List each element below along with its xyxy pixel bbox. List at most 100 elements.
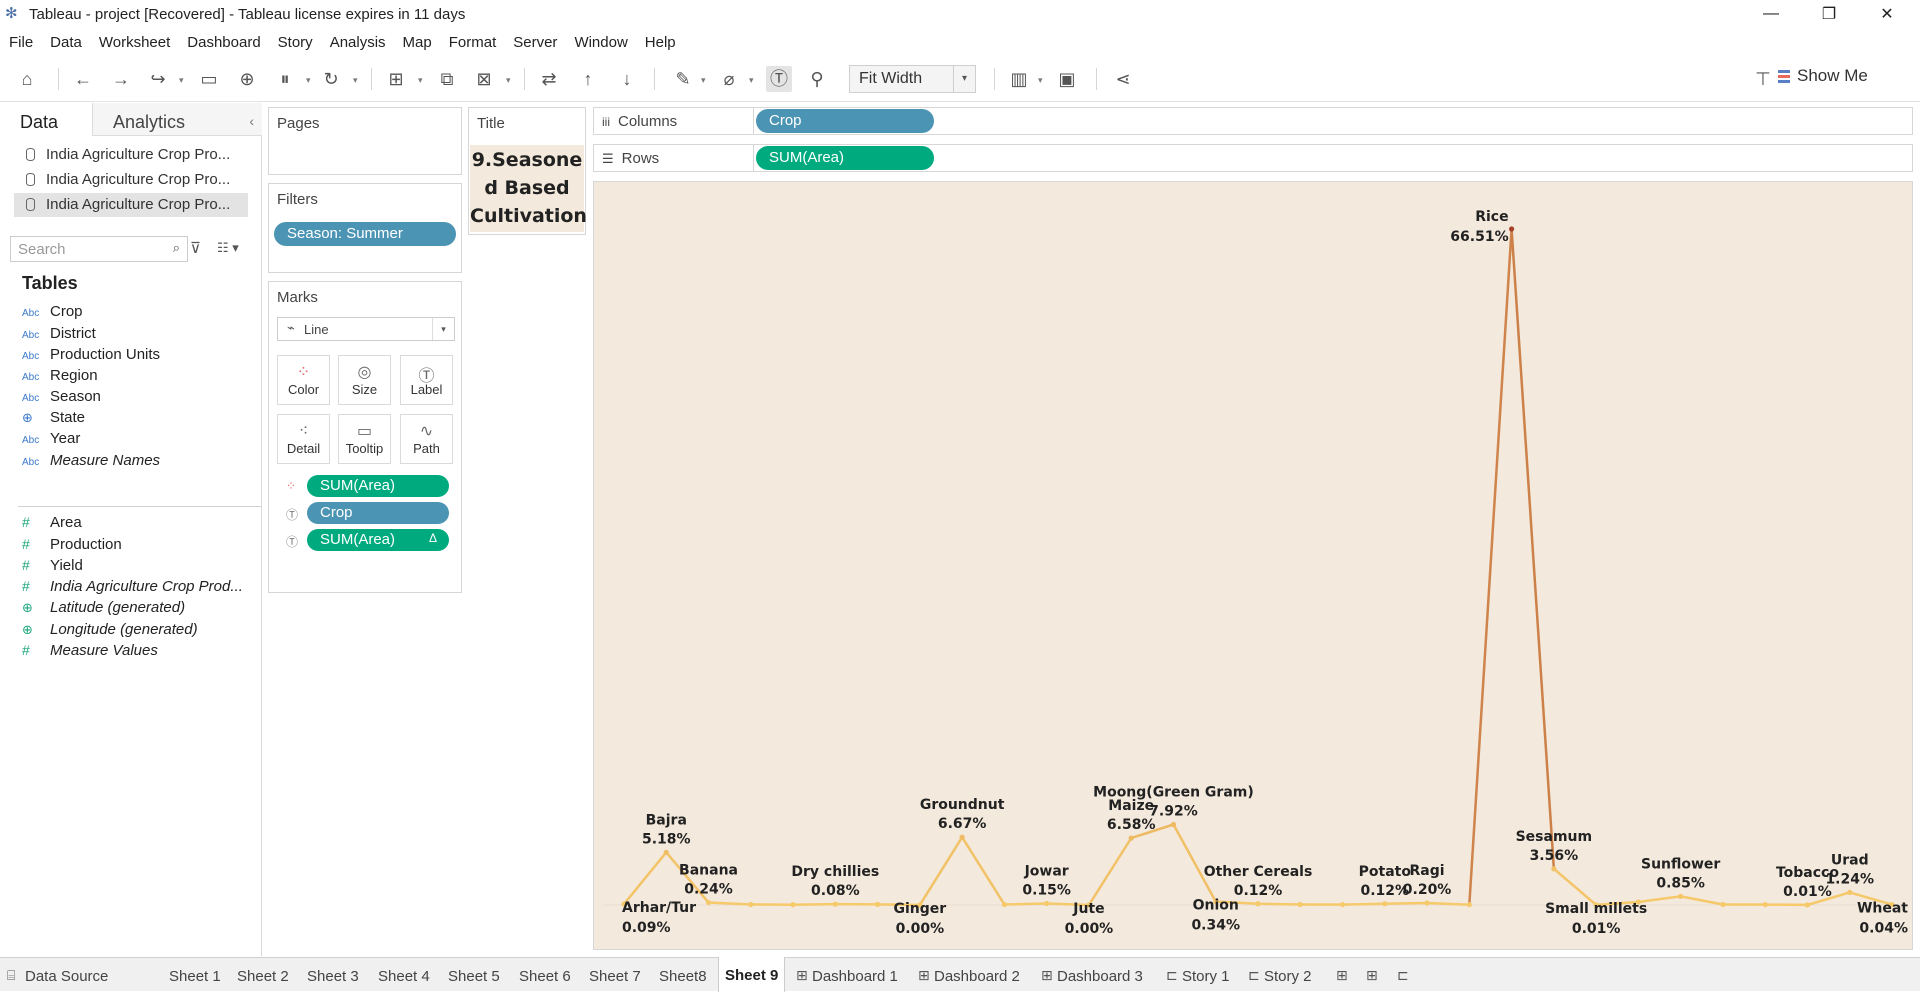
clear-sheet-icon[interactable]: ⊠ [471, 66, 497, 92]
filters-card[interactable]: Filters Season: Summer [268, 183, 462, 273]
chevron-down-icon[interactable]: ▾ [179, 75, 184, 86]
mark-type-dropdown[interactable]: ⌁ Line ▾ [277, 317, 455, 341]
format-painter-icon[interactable]: ⊤ [1750, 66, 1776, 92]
series-line-segment[interactable] [1089, 838, 1131, 905]
marks-pill-color-sum-area[interactable]: SUM(Area) [307, 475, 449, 497]
new-datasource-icon[interactable]: ⊕ [234, 66, 260, 92]
field-record-count[interactable]: #India Agriculture Crop Prod... [22, 578, 243, 595]
sort-ascending-icon[interactable]: ↑ [575, 66, 601, 92]
columns-pill-crop[interactable]: Crop [756, 109, 934, 133]
chevron-down-icon[interactable]: ▾ [749, 75, 754, 86]
redo-icon[interactable]: → [108, 66, 134, 92]
data-point[interactable] [1129, 836, 1134, 841]
chevron-down-icon[interactable]: ▾ [1038, 75, 1043, 86]
label-button[interactable]: Ⓣ Label [400, 355, 453, 405]
field-longitude[interactable]: ⊕Longitude (generated) [22, 621, 198, 638]
series-line-segment[interactable] [1427, 903, 1469, 905]
data-point[interactable] [1424, 900, 1429, 905]
series-line-segment[interactable] [1385, 903, 1427, 904]
refresh-icon[interactable]: ↻ [318, 66, 344, 92]
menu-server[interactable]: Server [513, 34, 557, 51]
chevron-down-icon[interactable]: ▾ [701, 75, 706, 86]
field-region[interactable]: AbcRegion [22, 367, 98, 384]
series-line-segment[interactable] [1554, 869, 1596, 905]
field-state[interactable]: ⊕State [22, 409, 85, 426]
series-line-segment[interactable] [1004, 903, 1046, 904]
menu-worksheet[interactable]: Worksheet [99, 34, 170, 51]
rows-shelf[interactable]: ☰Rows SUM(Area) [593, 144, 1913, 172]
chevron-down-icon[interactable]: ▾ [432, 318, 454, 340]
data-point[interactable] [1044, 901, 1049, 906]
color-button[interactable]: ⁘ Color [277, 355, 330, 405]
pages-card[interactable]: Pages [268, 107, 462, 175]
replay-icon[interactable]: ↪ [145, 66, 171, 92]
field-crop[interactable]: AbcCrop [22, 303, 83, 320]
data-point[interactable] [1509, 226, 1514, 231]
tab-dashboard-3[interactable]: Dashboard 3 [1057, 958, 1143, 992]
menu-help[interactable]: Help [645, 34, 676, 51]
field-latitude[interactable]: ⊕Latitude (generated) [22, 599, 185, 616]
collapse-pane-icon[interactable]: ‹ [249, 113, 254, 129]
datasource-item[interactable]: India Agriculture Crop Pro... [14, 168, 248, 192]
new-worksheet-icon[interactable]: ⊞ [383, 66, 409, 92]
filter-pill-season[interactable]: Season: Summer [274, 222, 456, 246]
duplicate-sheet-icon[interactable]: ⧉ [434, 66, 460, 92]
sort-descending-icon[interactable]: ↓ [614, 66, 640, 92]
chevron-down-icon[interactable]: ▾ [953, 66, 975, 92]
field-production-units[interactable]: AbcProduction Units [22, 346, 160, 363]
tab-story-1[interactable]: Story 1 [1182, 958, 1230, 992]
search-input[interactable]: Search ⌕ [10, 236, 188, 262]
group-members-icon[interactable]: ⌀ [716, 66, 742, 92]
menu-window[interactable]: Window [574, 34, 627, 51]
menu-analysis[interactable]: Analysis [330, 34, 386, 51]
menu-file[interactable]: File [9, 34, 33, 51]
worksheet-title[interactable]: 9.Seasone d Based Cultivation [470, 145, 584, 232]
datasource-item-selected[interactable]: India Agriculture Crop Pro... [14, 193, 248, 217]
pause-updates-icon[interactable]: ⏸ [272, 66, 298, 92]
data-point[interactable] [875, 902, 880, 907]
minimize-button[interactable]: — [1742, 0, 1800, 28]
chevron-down-icon[interactable]: ▾ [418, 75, 423, 86]
restore-button[interactable]: ❐ [1800, 0, 1858, 28]
menu-data[interactable]: Data [50, 34, 82, 51]
search-icon[interactable]: ⌕ [173, 240, 180, 256]
series-line-segment[interactable] [1681, 896, 1723, 904]
new-dashboard-icon[interactable]: ⊞ [1366, 967, 1378, 984]
tab-dashboard-2[interactable]: Dashboard 2 [934, 958, 1020, 992]
filter-icon[interactable]: ⊽ [190, 239, 201, 257]
path-button[interactable]: ∿ Path [400, 414, 453, 464]
line-chart[interactable]: Arhar/Tur0.09%Bajra5.18%Banana0.24%Dry c… [594, 182, 1912, 949]
data-point[interactable] [833, 902, 838, 907]
save-icon[interactable]: ▭ [196, 66, 222, 92]
chevron-down-icon[interactable]: ▾ [353, 75, 358, 86]
tab-data-source[interactable]: Data Source [25, 958, 108, 992]
data-point[interactable] [960, 835, 965, 840]
series-line-segment[interactable] [1343, 904, 1385, 905]
menu-story[interactable]: Story [278, 34, 313, 51]
tab-sheet-9[interactable]: Sheet 9 [718, 957, 785, 992]
tab-analytics[interactable]: Analytics ‹ [92, 103, 262, 136]
field-year[interactable]: AbcYear [22, 430, 80, 447]
field-production[interactable]: #Production [22, 536, 122, 553]
data-point[interactable] [706, 900, 711, 905]
menu-format[interactable]: Format [449, 34, 497, 51]
data-point[interactable] [1805, 902, 1810, 907]
menu-dashboard[interactable]: Dashboard [187, 34, 260, 51]
marks-pill-label-sum-area[interactable]: SUM(Area)Δ [307, 529, 449, 551]
data-point[interactable] [1847, 890, 1852, 895]
size-button[interactable]: ◎ Size [338, 355, 391, 405]
field-district[interactable]: AbcDistrict [22, 325, 96, 342]
series-line-segment[interactable] [920, 837, 962, 905]
series-line-segment[interactable] [624, 852, 666, 904]
tab-sheet-3[interactable]: Sheet 3 [307, 958, 359, 992]
chart-area[interactable]: Arhar/Tur0.09%Bajra5.18%Banana0.24%Dry c… [593, 181, 1913, 950]
columns-shelf[interactable]: iiiColumns Crop [593, 107, 1913, 135]
field-measure-values[interactable]: #Measure Values [22, 642, 158, 659]
tooltip-button[interactable]: ▭ Tooltip [338, 414, 391, 464]
tab-sheet8[interactable]: Sheet8 [659, 958, 707, 992]
presentation-mode-icon[interactable]: ▣ [1054, 66, 1080, 92]
series-line-segment[interactable] [793, 904, 835, 905]
view-options-icon[interactable]: ☷ ▾ [217, 240, 239, 256]
fit-width-dropdown[interactable]: Fit Width ▾ [849, 65, 976, 93]
chevron-down-icon[interactable]: ▾ [506, 75, 511, 86]
